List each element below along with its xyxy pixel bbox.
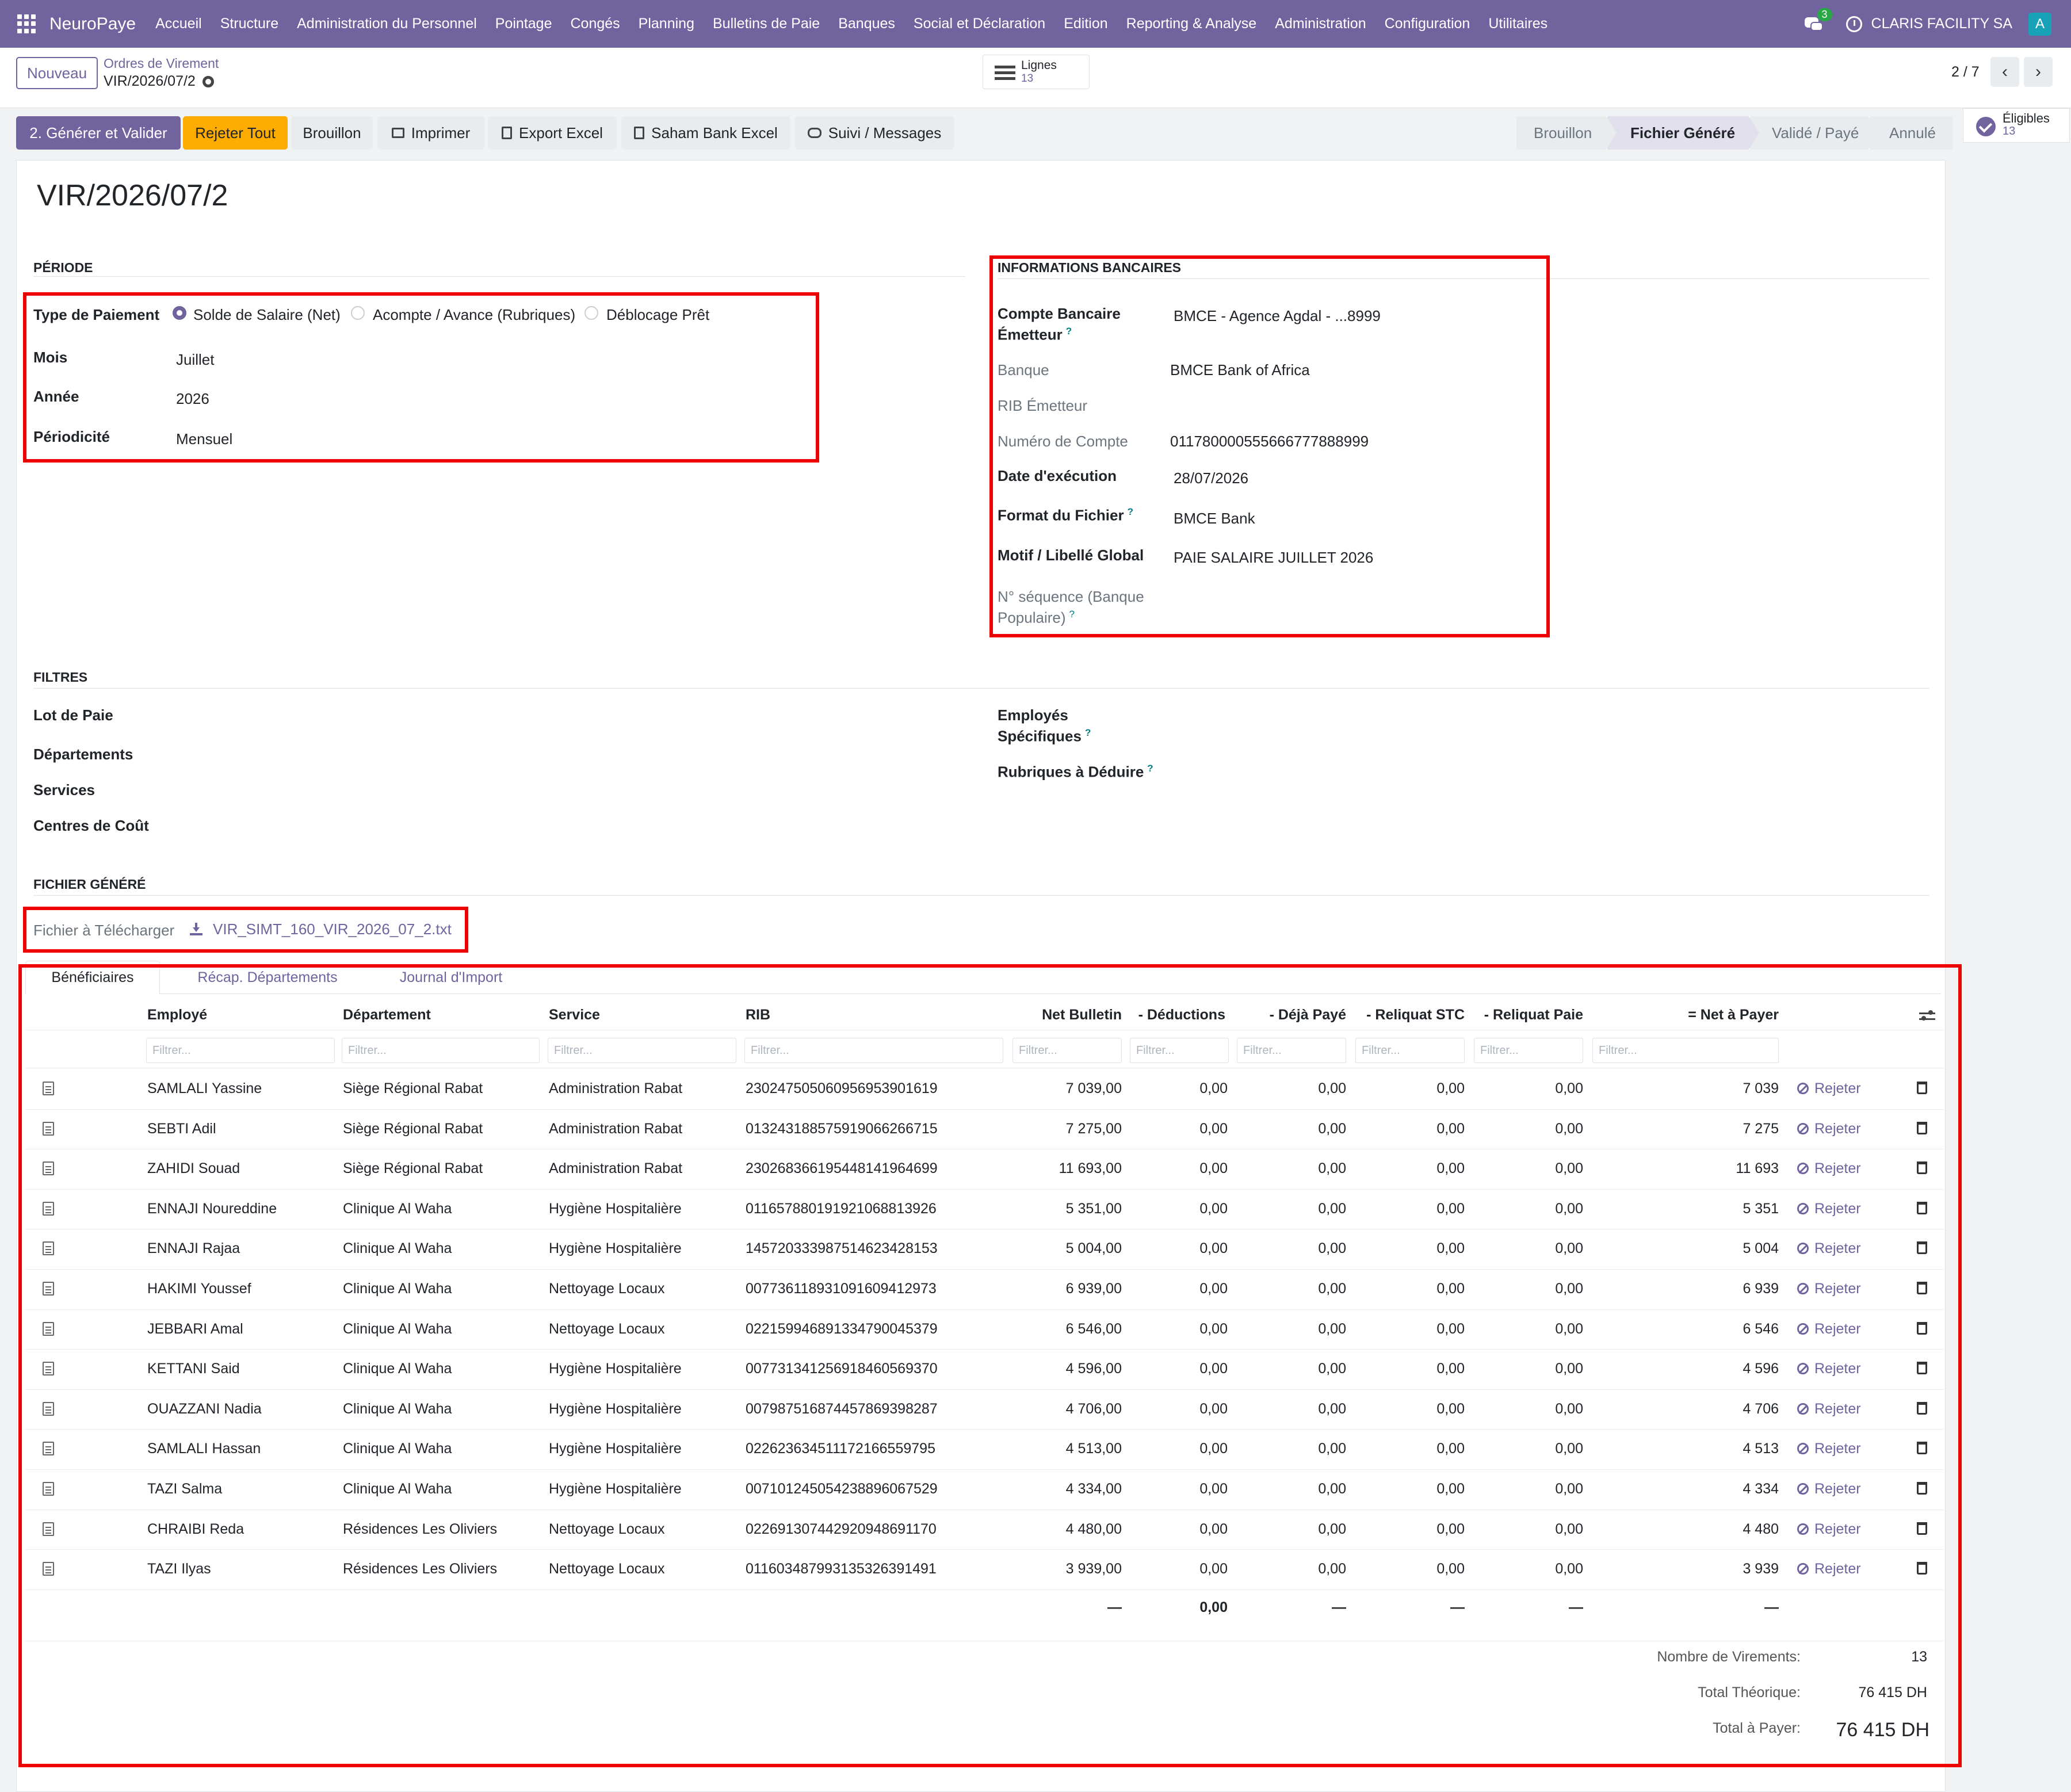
check-circle-icon (1976, 117, 1996, 136)
followup-label: Suivi / Messages (828, 124, 942, 142)
highlight-box-bank (989, 255, 1550, 637)
new-button[interactable]: Nouveau (16, 57, 98, 89)
section-title-filtres: FILTRES (33, 670, 88, 685)
menu-item-accueil[interactable]: Accueil (146, 16, 211, 32)
print-icon (391, 128, 404, 138)
stage-valide-paye[interactable]: Validé / Payé (1749, 116, 1879, 150)
top-navbar: NeuroPaye Accueil Structure Administrati… (0, 0, 2071, 48)
pager-previous-button[interactable]: ‹ (1990, 57, 2019, 87)
menu-item-administration-personnel[interactable]: Administration du Personnel (288, 16, 486, 32)
lines-label: Lignes (1021, 59, 1057, 72)
section-separator (33, 895, 1929, 896)
apps-grid-icon[interactable] (17, 14, 37, 34)
centres-cout-label: Centres de Coût (33, 817, 149, 834)
rubriques-deduire-label: Rubriques à Déduire? (998, 763, 1153, 781)
export-excel-button[interactable]: Export Excel (488, 116, 617, 150)
stage-annule[interactable]: Annulé (1869, 116, 1952, 150)
file-excel-icon (502, 127, 513, 139)
employes-specifiques-label-2: Spécifiques? (998, 727, 1091, 746)
clock-icon[interactable] (1845, 16, 1862, 32)
breadcrumb-parent[interactable]: Ordres de Virement (104, 56, 219, 71)
print-button[interactable]: Imprimer (377, 116, 484, 150)
generate-validate-button[interactable]: 2. Générer et Valider (16, 116, 181, 150)
file-excel-icon (634, 127, 645, 139)
reject-all-button[interactable]: Rejeter Tout (183, 116, 288, 150)
chevron-right-icon: › (2035, 62, 2041, 81)
lot-paie-label: Lot de Paie (33, 706, 113, 724)
stage-fichier-genere[interactable]: Fichier Généré (1606, 116, 1759, 150)
company-switcher[interactable]: CLARIS FACILITY SA (1871, 16, 2012, 32)
menu-item-administration[interactable]: Administration (1266, 16, 1375, 32)
eligibles-label: Éligibles (2003, 111, 2050, 125)
saham-excel-label: Saham Bank Excel (651, 124, 778, 142)
control-panel: Nouveau Ordres de Virement VIR/2026/07/2… (0, 48, 2071, 108)
pager-value: 2 / 7 (1951, 64, 1980, 80)
lines-smart-button[interactable]: Lignes 13 (983, 55, 1090, 89)
employes-specifiques-label-2-text: Spécifiques (998, 727, 1082, 745)
employes-specifiques-label: Employés (998, 706, 1068, 724)
action-bar: 2. Générer et Valider Rejeter Tout Broui… (0, 108, 2071, 158)
menu-item-utilitaires[interactable]: Utilitaires (1479, 16, 1557, 32)
breadcrumb-current-label: VIR/2026/07/2 (104, 73, 196, 89)
gear-icon[interactable] (202, 76, 214, 87)
saham-excel-button[interactable]: Saham Bank Excel (621, 116, 790, 150)
app-brand[interactable]: NeuroPaye (49, 14, 136, 34)
chat-badge: 3 (1817, 7, 1832, 21)
menu-item-pointage[interactable]: Pointage (486, 16, 561, 32)
section-separator (33, 688, 1929, 689)
chevron-left-icon: ‹ (2002, 62, 2008, 81)
export-excel-label: Export Excel (519, 124, 603, 142)
services-label: Services (33, 781, 95, 798)
lines-count: 13 (1021, 72, 1034, 85)
chat-icon[interactable]: 3 (1804, 7, 1832, 32)
menu-item-planning[interactable]: Planning (629, 16, 704, 32)
help-icon[interactable]: ? (1147, 763, 1153, 774)
eligibles-smart-button[interactable]: Éligibles 13 (1963, 108, 2070, 143)
stage-brouillon[interactable]: Brouillon (1516, 116, 1617, 150)
help-icon[interactable]: ? (1085, 727, 1091, 738)
record-title: VIR/2026/07/2 (37, 179, 228, 212)
highlight-box-periode (23, 292, 819, 463)
main-menu: Accueil Structure Administration du Pers… (146, 16, 1557, 32)
list-icon (995, 66, 1015, 81)
menu-item-configuration[interactable]: Configuration (1375, 16, 1480, 32)
section-separator (33, 276, 965, 277)
status-bar: Brouillon Fichier Généré Validé / Payé A… (1516, 116, 1952, 150)
menu-item-edition[interactable]: Edition (1054, 16, 1117, 32)
breadcrumb-current: VIR/2026/07/2 (104, 73, 214, 90)
eligibles-count: 13 (2003, 125, 2016, 137)
print-label: Imprimer (411, 124, 471, 142)
section-title-fichier: FICHIER GÉNÉRÉ (33, 877, 146, 892)
pager-next-button[interactable]: › (2024, 57, 2053, 87)
menu-item-reporting[interactable]: Reporting & Analyse (1117, 16, 1266, 32)
menu-item-banques[interactable]: Banques (829, 16, 904, 32)
rubriques-deduire-label-text: Rubriques à Déduire (998, 763, 1144, 781)
followup-button[interactable]: Suivi / Messages (795, 116, 954, 150)
draft-button[interactable]: Brouillon (291, 116, 373, 150)
highlight-box-beneficiaires (18, 964, 1962, 1767)
menu-item-bulletins[interactable]: Bulletins de Paie (704, 16, 829, 32)
menu-item-conges[interactable]: Congés (561, 16, 629, 32)
avatar[interactable]: A (2028, 12, 2051, 36)
highlight-box-fichier (23, 907, 468, 953)
menu-item-structure[interactable]: Structure (211, 16, 288, 32)
departements-label: Départements (33, 746, 133, 763)
menu-item-social[interactable]: Social et Déclaration (904, 16, 1054, 32)
comments-icon (807, 128, 821, 138)
section-title-periode: PÉRIODE (33, 260, 93, 275)
